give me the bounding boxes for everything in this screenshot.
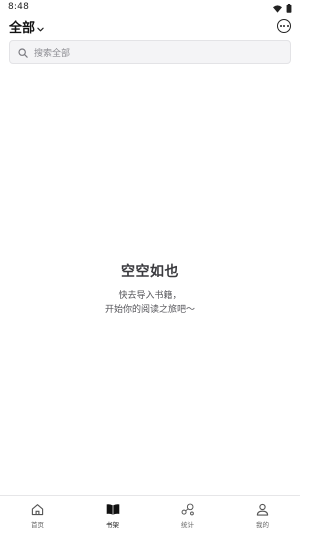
- status-time: 8:48: [8, 2, 30, 12]
- chevron-down-icon: [37, 17, 44, 36]
- category-filter-dropdown[interactable]: 全部: [9, 17, 44, 36]
- nav-label-home: 首页: [31, 521, 44, 529]
- nav-item-stats[interactable]: 统计: [150, 502, 225, 529]
- more-dot: [283, 25, 285, 27]
- empty-state-message-line-1: 快去导入书籍，: [118, 291, 182, 301]
- category-filter-label: 全部: [9, 20, 36, 36]
- status-bar: 8:48: [0, 0, 300, 14]
- bottom-navigation: 首页 书架 统计 我的: [0, 495, 300, 533]
- nav-item-profile[interactable]: 我的: [225, 502, 300, 529]
- empty-state: 空空如也 快去导入书籍， 开始你的阅读之旅吧～: [0, 261, 300, 317]
- battery-icon: [286, 0, 292, 17]
- home-icon: [31, 502, 45, 516]
- empty-state-title: 空空如也: [121, 264, 179, 280]
- search-input[interactable]: 搜索全部: [9, 40, 291, 64]
- search-icon: [18, 43, 28, 62]
- nav-item-bookshelf[interactable]: 书架: [75, 502, 150, 529]
- nav-label-profile: 我的: [256, 521, 269, 529]
- nav-item-home[interactable]: 首页: [0, 502, 75, 529]
- wifi-icon: [273, 0, 282, 17]
- bookshelf-screen: 8:48 全部 搜索全部 空空如也 快去导入书籍， 开始你的阅读之旅吧～ 首页 …: [0, 0, 300, 533]
- empty-state-message-line-2: 开始你的阅读之旅吧～: [104, 305, 195, 315]
- user-icon: [256, 502, 270, 516]
- status-icons: [273, 0, 292, 17]
- nav-label-bookshelf: 书架: [106, 521, 119, 529]
- header: 全部: [0, 16, 300, 36]
- nav-label-stats: 统计: [181, 521, 194, 529]
- stats-icon: [181, 502, 195, 516]
- more-dot: [279, 25, 282, 27]
- book-open-icon: [106, 502, 120, 516]
- search-placeholder: 搜索全部: [34, 48, 71, 59]
- more-dot: [286, 25, 289, 27]
- more-options-button[interactable]: [277, 19, 291, 33]
